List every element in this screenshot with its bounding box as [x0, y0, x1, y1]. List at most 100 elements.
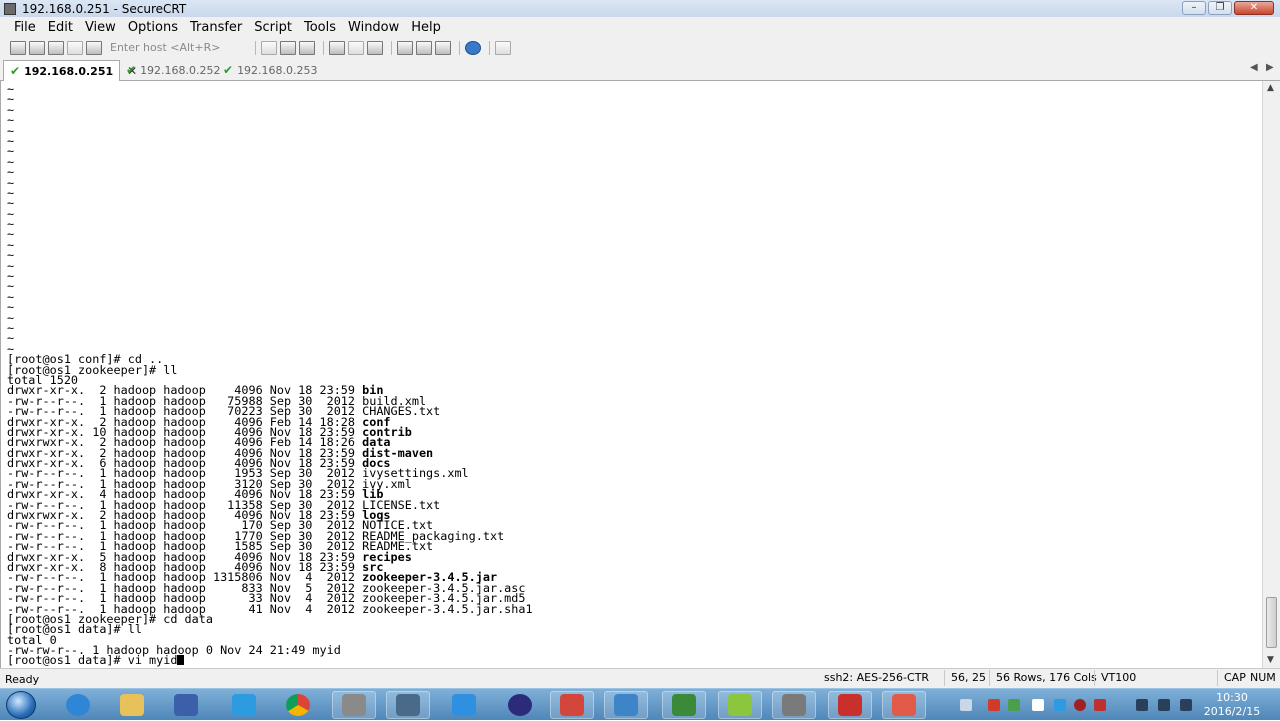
menu-view[interactable]: View [79, 20, 122, 35]
vi-empty-line: ~ [7, 217, 15, 232]
volume-icon[interactable] [1180, 699, 1192, 711]
tray-app-blue-icon[interactable] [1054, 699, 1066, 711]
scroll-down-icon[interactable]: ▼ [1267, 655, 1274, 665]
vi-empty-line: ~ [7, 113, 15, 128]
print-icon[interactable] [329, 40, 345, 55]
terminal-line: [root@os1 zookeeper]# ll [7, 362, 178, 377]
help-icon[interactable] [465, 40, 481, 55]
session-options-icon[interactable] [397, 40, 413, 55]
status-emulation: VT100 [1094, 670, 1136, 686]
vi-empty-line: ~ [7, 279, 15, 294]
vi-empty-line: ~ [7, 227, 15, 242]
quick-connect-icon[interactable] [29, 40, 45, 55]
tray-app-green-icon[interactable] [1008, 699, 1020, 711]
status-caps-lock: CAP [1217, 670, 1246, 686]
terminal-scrollbar[interactable]: ▲ ▼ [1262, 81, 1280, 668]
ie-taskbar-icon[interactable] [56, 691, 100, 719]
minimize-button[interactable]: – [1182, 1, 1206, 15]
vi-empty-line: ~ [7, 175, 15, 190]
window-title: 192.168.0.251 - SecureCRT [22, 1, 187, 16]
vi-empty-line: ~ [7, 237, 15, 252]
vi-empty-line: ~ [7, 320, 15, 335]
network-icon[interactable] [1158, 699, 1170, 711]
pdf-taskbar-icon[interactable] [828, 691, 872, 719]
vi-empty-line: ~ [7, 82, 15, 96]
connect-icon[interactable] [10, 40, 26, 55]
terminal-app-taskbar-icon[interactable] [386, 691, 430, 719]
tray-app-red2-icon[interactable] [1094, 699, 1106, 711]
red-app-taskbar-icon[interactable] [882, 691, 926, 719]
chrome-taskbar-icon[interactable] [276, 691, 320, 719]
tab-192-168-0-253[interactable]: ✔ 192.168.0.253 [217, 60, 318, 80]
print-selection-icon[interactable] [348, 40, 364, 55]
media-player-taskbar-icon[interactable] [164, 691, 208, 719]
project-taskbar-icon[interactable] [662, 691, 706, 719]
paste-icon[interactable] [280, 40, 296, 55]
menu-tools[interactable]: Tools [298, 20, 342, 35]
explorer-taskbar-icon[interactable] [110, 691, 154, 719]
vi-empty-line: ~ [7, 269, 15, 284]
menu-edit[interactable]: Edit [42, 20, 79, 35]
toolbar-separator [323, 40, 324, 55]
scrollbar-thumb[interactable] [1266, 597, 1277, 648]
securecrt-app-icon[interactable] [4, 2, 16, 15]
status-bar: Ready ssh2: AES-256-CTR 56, 25 56 Rows, … [0, 668, 1280, 688]
start-button[interactable] [6, 691, 36, 719]
restore-button[interactable]: ❐ [1208, 1, 1232, 15]
notes-taskbar-icon[interactable] [442, 691, 486, 719]
app-blue-taskbar-icon[interactable] [604, 691, 648, 719]
tab-label: 192.168.0.251 [24, 64, 114, 78]
eclipse-taskbar-icon[interactable] [498, 691, 542, 719]
network-app-taskbar-icon[interactable] [222, 691, 266, 719]
terminal-line: [root@os1 data]# vi myid [7, 654, 533, 667]
securecrt-taskbar-icon[interactable] [332, 691, 376, 719]
toolbar [0, 37, 1280, 58]
copy-icon[interactable] [261, 40, 277, 55]
tray-app-red-icon[interactable] [988, 699, 1000, 711]
key-generation-icon[interactable] [435, 40, 451, 55]
vi-empty-line: ~ [7, 289, 15, 304]
menu-transfer[interactable]: Transfer [184, 20, 248, 35]
print-setup-icon[interactable] [367, 40, 383, 55]
global-options-icon[interactable] [416, 40, 432, 55]
vi-empty-line: ~ [7, 310, 15, 325]
menu-window[interactable]: Window [342, 20, 405, 35]
archive-taskbar-icon[interactable] [772, 691, 816, 719]
tab-scroll-left-icon[interactable]: ◀ [1250, 62, 1258, 73]
vi-empty-line: ~ [7, 258, 15, 273]
vi-empty-line: ~ [7, 206, 15, 221]
terminal-line: [root@os1 data]# ll [7, 622, 142, 637]
toolbar-separator [459, 40, 460, 55]
terminal-view[interactable]: ~ ~ ~ ~ ~ ~ ~ ~ ~ ~ ~ ~ ~ ~ ~ ~ ~ ~ ~ ~ ~ ~ ~ ~ ~ ~ [root@os1 conf… [0, 81, 1262, 668]
menu-script[interactable]: Script [248, 20, 298, 35]
scroll-up-icon[interactable]: ▲ [1267, 83, 1274, 93]
tray-app-darkred-icon[interactable] [1074, 699, 1086, 711]
taskbar-clock[interactable]: 10:30 2016/2/15 [1196, 691, 1268, 719]
tray-app-white-icon[interactable] [1032, 699, 1044, 711]
app-red-taskbar-icon[interactable] [550, 691, 594, 719]
terminal-cursor [177, 655, 185, 666]
menu-help[interactable]: Help [405, 20, 447, 35]
tab-scroll-right-icon[interactable]: ▶ [1266, 62, 1274, 73]
menu-file[interactable]: File [8, 20, 42, 35]
window-controls: – ❐ ✕ [1182, 1, 1274, 15]
keyboard-icon[interactable] [960, 699, 972, 711]
tab-label: 192.168.0.253 [237, 63, 318, 77]
vi-empty-line: ~ [7, 185, 15, 200]
terminal-output: ~ ~ ~ ~ ~ ~ ~ ~ ~ ~ ~ ~ ~ ~ ~ ~ ~ ~ ~ ~ ~ ~ ~ ~ ~ ~ [root@os1 conf… [7, 82, 533, 667]
tab-192-168-0-252[interactable]: ✔ 192.168.0.252 [120, 60, 221, 80]
find-icon[interactable] [299, 40, 315, 55]
disconnect-icon[interactable] [86, 40, 102, 55]
connected-check-icon: ✔ [223, 63, 234, 77]
host-input[interactable] [108, 39, 244, 56]
customize-toolbar-icon[interactable] [495, 40, 511, 55]
mindmap-taskbar-icon[interactable] [718, 691, 762, 719]
tab-label: 192.168.0.252 [140, 63, 221, 77]
close-window-button[interactable]: ✕ [1234, 1, 1274, 15]
reconnect-icon[interactable] [67, 40, 83, 55]
menu-options[interactable]: Options [122, 20, 184, 35]
tab-192-168-0-251[interactable]: ✔ 192.168.0.251 ✕ [3, 60, 137, 81]
action-center-icon[interactable] [1136, 699, 1148, 711]
connect-in-tab-icon[interactable] [48, 40, 64, 55]
menu-bar: File Edit View Options Transfer Script T… [0, 17, 1280, 37]
